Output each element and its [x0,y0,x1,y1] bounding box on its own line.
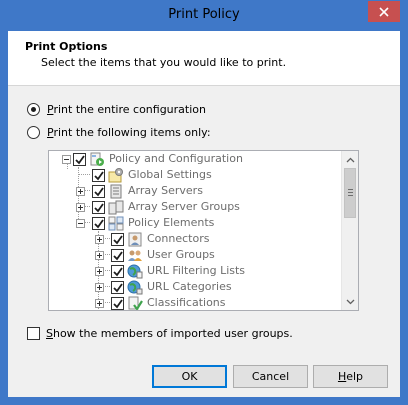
tree-checkbox[interactable] [111,281,124,294]
help-button[interactable]: Help [313,365,388,388]
tree-checkbox[interactable] [92,185,105,198]
radio-button-unselected[interactable] [27,126,40,139]
print-policy-window: Print Policy Print Options Select the it… [0,0,408,405]
tree-item-classifications[interactable]: Classifications [49,295,342,310]
tree-item-url-filtering-lists[interactable]: URL Filtering Lists [49,263,342,279]
tree-checkbox[interactable] [111,265,124,278]
ok-button[interactable]: OK [152,365,227,388]
header-title: Print Options [25,40,108,53]
user-groups-icon [128,250,142,261]
grip-line [348,195,353,196]
window-title: Print Policy [168,7,240,22]
expand-icon[interactable] [95,283,104,292]
chevron-down-icon [346,299,355,304]
show-members-checkbox[interactable] [27,327,40,340]
cancel-button[interactable]: Cancel [233,365,308,388]
scroll-down-button[interactable] [342,293,358,310]
global-settings-icon [108,168,123,183]
grip-line [348,192,353,193]
expand-icon[interactable] [95,251,104,260]
tree-item-url-categories[interactable]: URL Categories [49,279,342,295]
radio-entire-configuration[interactable]: Print the entire configuration [27,103,206,116]
close-icon [379,6,389,17]
title-bar[interactable]: Print Policy [0,0,408,31]
tree-checkbox[interactable] [111,249,124,262]
classifications-icon [128,296,143,310]
connectors-icon [128,232,142,247]
url-categories-icon [127,280,143,295]
array-server-groups-icon [108,200,124,215]
tree-item-label: User Groups [147,248,215,261]
chevron-up-icon [346,157,355,162]
tree-item-array-server-groups[interactable]: Array Server Groups [49,199,342,215]
tree-item-user-groups[interactable]: User Groups [49,247,342,263]
radio-button-selected[interactable] [27,103,40,116]
expand-icon[interactable] [95,235,104,244]
header-subtitle: Select the items that you would like to … [41,56,287,69]
tree-content: Policy and Configuration Global Settings [49,151,342,310]
expand-icon[interactable] [95,299,104,308]
tree-checkbox[interactable] [73,153,86,166]
grip-line [348,189,353,190]
print-items-tree[interactable]: Policy and Configuration Global Settings [48,150,359,311]
radio-entire-label: Print the entire configuration [47,103,206,116]
tree-vertical-scrollbar[interactable] [341,151,358,310]
expand-icon[interactable] [95,267,104,276]
show-members-label: Show the members of imported user groups… [46,327,293,340]
collapse-icon[interactable] [76,219,85,228]
tree-item-label: Global Settings [128,168,212,181]
expand-icon[interactable] [76,203,85,212]
tree-item-label: Policy and Configuration [109,152,243,165]
radio-following-label: Print the following items only: [47,126,211,139]
dialog-client-area: Print Options Select the items that you … [8,31,400,397]
policy-elements-icon [108,216,124,231]
close-button[interactable] [368,1,400,22]
tree-item-global-settings[interactable]: Global Settings [49,167,342,183]
tree-item-label: Connectors [147,232,210,245]
scroll-up-button[interactable] [342,151,358,168]
tree-item-label: Array Server Groups [128,200,240,213]
tree-item-label: URL Categories [147,280,232,293]
tree-item-label: URL Filtering Lists [147,264,246,277]
radio-following-items[interactable]: Print the following items only: [27,126,211,139]
tree-checkbox[interactable] [111,297,124,310]
policy-config-icon [90,152,104,166]
tree-item-connectors[interactable]: Connectors [49,231,342,247]
tree-item-policy-elements[interactable]: Policy Elements [49,215,342,231]
expand-icon[interactable] [76,187,85,196]
tree-item-label: Policy Elements [128,216,215,229]
array-servers-icon [110,184,122,199]
tree-item-array-servers[interactable]: Array Servers [49,183,342,199]
tree-checkbox[interactable] [92,169,105,182]
tree-checkbox[interactable] [92,201,105,214]
show-members-checkbox-row[interactable]: Show the members of imported user groups… [27,327,293,340]
url-filtering-lists-icon [127,264,143,279]
scroll-thumb[interactable] [344,168,356,218]
tree-item-label: Classifications [147,296,226,309]
tree-checkbox[interactable] [92,217,105,230]
tree-checkbox[interactable] [111,233,124,246]
header-panel: Print Options Select the items that you … [8,31,400,86]
tree-item-policy-and-configuration[interactable]: Policy and Configuration [49,151,342,167]
collapse-icon[interactable] [62,155,71,164]
tree-item-label: Array Servers [128,184,203,197]
